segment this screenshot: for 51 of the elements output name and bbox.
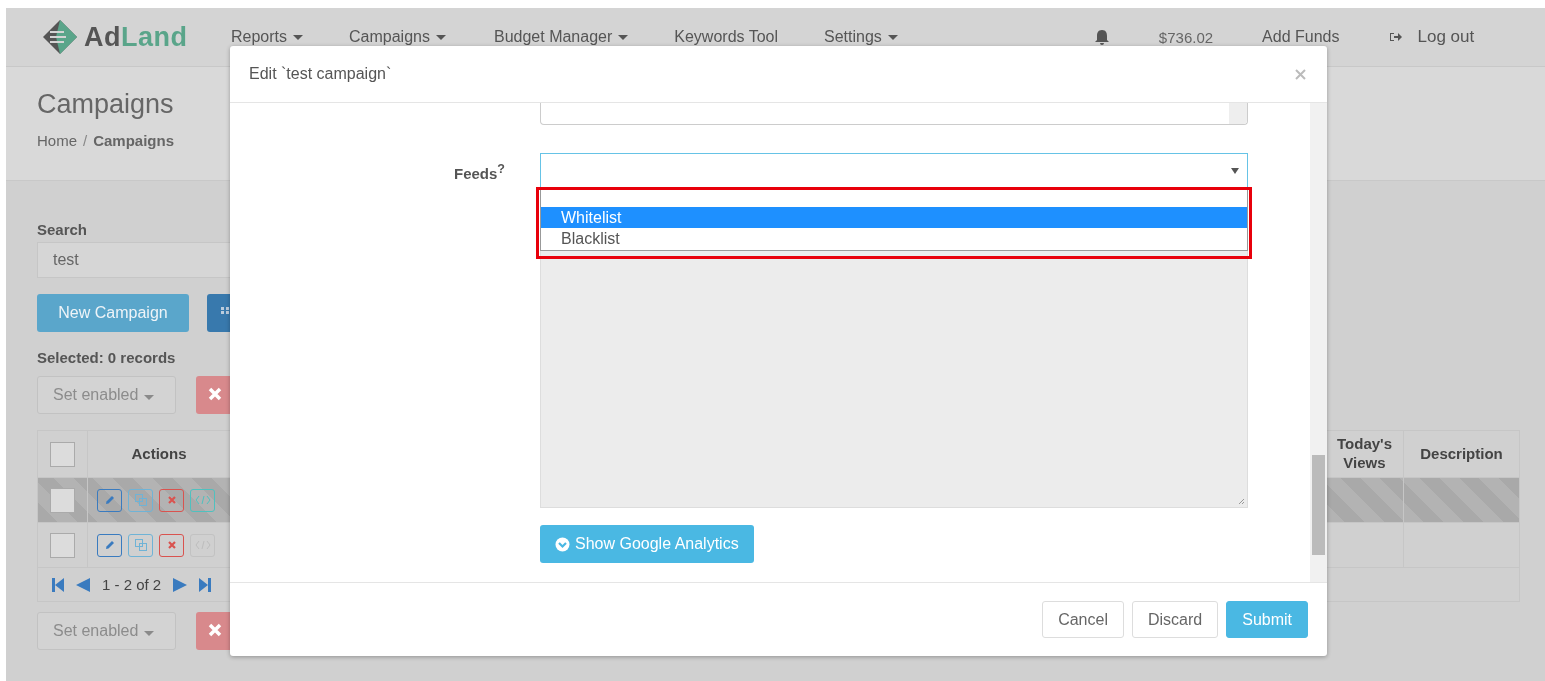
edit-button[interactable] [97,533,122,557]
nav-menu-item[interactable]: Keywords Tool [674,28,779,46]
nav-menu-item[interactable]: Budget Manager [493,28,629,46]
close-icon[interactable] [1295,68,1306,80]
next-page-icon[interactable] [173,577,188,592]
scrollbar[interactable] [1310,103,1327,582]
pencil-icon [103,494,116,506]
feed-option[interactable]: Whitelist [541,207,1247,228]
close-icon [208,622,222,637]
logo-text: AdLand [84,21,188,53]
pencil-icon [103,539,116,551]
breadcrumb-link[interactable]: Home [37,132,77,149]
page-title: Campaigns [37,89,174,119]
row-checkbox[interactable] [50,532,75,558]
feeds-label: Feeds$^{?}$ [454,162,505,182]
dialog-button[interactable]: Discard [1131,601,1219,638]
previous-page-icon[interactable] [76,577,90,592]
select-all-checkbox[interactable] [50,441,75,467]
sign-out-icon [1389,31,1404,43]
close-icon [166,540,177,550]
close-icon [166,495,177,505]
delete-button[interactable] [159,488,184,512]
caret-icon [1231,167,1239,174]
bell-icon[interactable] [1093,28,1110,46]
copy-icon [133,538,148,552]
copy-icon [133,493,148,507]
row-checkbox[interactable] [50,487,75,513]
dialog-title: Edit `test campaign` [249,65,392,83]
nav-menu-item[interactable]: Campaigns [349,28,446,46]
add-funds-link[interactable]: Add Funds [1262,28,1340,46]
chevron-down-icon [555,536,570,552]
feed-option[interactable]: Blacklist [541,228,1247,249]
logout-link[interactable]: Log out [1389,27,1475,47]
close-icon [208,386,222,401]
dialog-button[interactable]: Cancel [1042,601,1124,638]
last-page-icon[interactable] [199,577,212,592]
code-icon [194,495,211,505]
feeds-select[interactable] [540,153,1248,188]
nav-menu-item[interactable]: Reports [231,28,304,46]
input-field[interactable] [540,103,1248,125]
breadcrumb-separator: / [83,132,88,149]
first-page-icon[interactable] [52,577,64,592]
copy-button[interactable] [128,533,153,557]
edit-button[interactable] [97,488,122,512]
nav-menu-item[interactable]: Settings [824,28,898,46]
breadcrumb-current: Campaigns [93,132,175,149]
delete-button[interactable] [159,533,184,557]
balance-text: $736.02 [1158,28,1214,46]
column-header: Description [1419,443,1504,464]
selected-count: Selected: 0 records [37,349,177,366]
pagination-text: 1 - 2 of 2 [102,576,162,593]
